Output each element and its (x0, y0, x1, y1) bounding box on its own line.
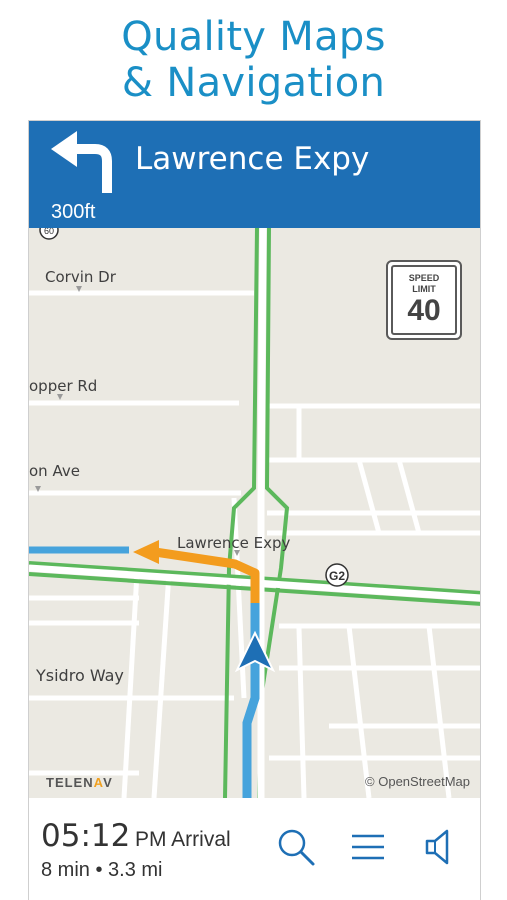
menu-icon (352, 834, 384, 860)
sound-button[interactable] (417, 824, 463, 870)
street-label-hopper: opper Rd (29, 377, 98, 395)
menu-button[interactable] (345, 824, 391, 870)
phone-screen: 300ft Lawrence Expy 60 G2 Corvin Dr oppe… (28, 120, 481, 900)
turn-left-arrow-icon (47, 127, 119, 197)
promo-headline: Quality Maps & Navigation (0, 14, 507, 106)
speed-limit-caption-1: SPEED (408, 273, 440, 283)
telenav-logo: TELENAV (46, 775, 113, 790)
navigation-banner: 300ft Lawrence Expy (29, 121, 480, 228)
eta-bar: 05:12 PM Arrival 8 min • 3.3 mi (29, 798, 480, 900)
arrival-time: 05:12 (41, 818, 131, 854)
maneuver-distance: 300ft (51, 201, 96, 223)
search-icon (278, 829, 315, 866)
street-label-corvin: Corvin Dr (45, 268, 116, 286)
map-view[interactable]: 60 G2 Corvin Dr opper Rd on Ave Lawrence… (29, 228, 480, 798)
street-label-ysidro: Ysidro Way (36, 666, 124, 685)
speed-limit-value: 40 (407, 294, 441, 327)
shield-g2: G2 (329, 569, 345, 583)
promo-line-2: & Navigation (121, 60, 386, 106)
street-label-on-ave: on Ave (29, 462, 80, 480)
street-label-lawrence: Lawrence Expy (177, 534, 291, 552)
speed-limit-sign: SPEED LIMIT 40 (386, 260, 462, 340)
shield-top: 60 (44, 228, 54, 236)
next-street-name: Lawrence Expy (135, 141, 370, 177)
promo-line-1: Quality Maps (121, 14, 386, 60)
search-button[interactable] (273, 824, 319, 870)
trip-remaining: 8 min • 3.3 mi (41, 859, 163, 881)
map-attribution: © OpenStreetMap (365, 774, 470, 789)
speaker-icon (425, 829, 449, 865)
arrival-suffix: PM Arrival (135, 828, 231, 851)
